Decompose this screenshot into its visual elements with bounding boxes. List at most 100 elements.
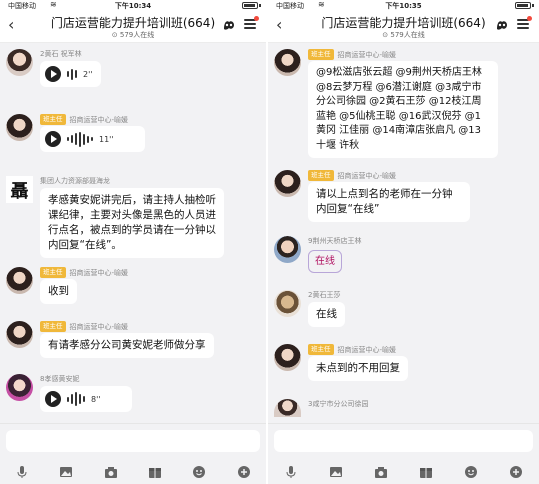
sender-text: 集团人力资源部聂海龙 bbox=[40, 177, 110, 185]
status-bar: 中国移动 ≋ 下午10:34 bbox=[0, 0, 266, 11]
play-icon[interactable] bbox=[45, 391, 61, 407]
sender-text: 2黄石王莎 bbox=[308, 291, 341, 299]
avatar[interactable] bbox=[274, 290, 301, 317]
emoji-icon[interactable] bbox=[464, 465, 478, 479]
status-bar: 中国移动 ≋ 下午10:35 bbox=[268, 0, 539, 11]
avatar[interactable] bbox=[6, 321, 33, 348]
left-phone-screen: 中国移动 ≋ 下午10:34 ‹ 门店运营能力提升培训班(664) ⊙ 579人… bbox=[0, 0, 266, 484]
message-input[interactable] bbox=[274, 430, 533, 452]
emoji-icon[interactable] bbox=[192, 465, 206, 479]
sender-text: 招商运营中心-喻媛 bbox=[69, 268, 129, 277]
text-message[interactable]: 有请孝感分公司黄安妮老师做分享 bbox=[40, 333, 214, 358]
avatar[interactable]: 聶 bbox=[6, 176, 33, 203]
sender-text: 招商运营中心-喻媛 bbox=[337, 50, 397, 59]
role-badge: 班主任 bbox=[308, 344, 334, 355]
image-icon[interactable] bbox=[59, 465, 73, 479]
sender-name: 班主任 招商运营中心-喻媛 bbox=[40, 321, 128, 332]
plus-icon[interactable] bbox=[509, 465, 523, 479]
role-badge: 班主任 bbox=[40, 267, 66, 278]
avatar[interactable] bbox=[274, 49, 301, 76]
play-icon[interactable] bbox=[45, 66, 61, 82]
chat-header: ‹ 门店运营能力提升培训班(664) ⊙ 579人在线 bbox=[0, 11, 266, 43]
avatar[interactable] bbox=[274, 399, 301, 417]
text-message[interactable]: @9松滋店张云超 @9荆州天桥店王林 @8云梦万程 @6潜江谢庭 @3咸宁市分公… bbox=[308, 61, 498, 158]
avatar[interactable] bbox=[6, 267, 33, 294]
text-message[interactable]: 未点到的不用回复 bbox=[308, 356, 408, 381]
voice-duration: 11'' bbox=[99, 134, 114, 144]
voice-duration: 2'' bbox=[83, 69, 93, 79]
sender-name: 班主任 招商运营中心-喻媛 bbox=[308, 170, 396, 181]
battery-cap bbox=[259, 4, 261, 7]
avatar[interactable] bbox=[6, 114, 33, 141]
input-bar bbox=[0, 423, 266, 484]
notification-dot bbox=[254, 16, 259, 21]
waveform-icon bbox=[67, 66, 77, 82]
role-badge: 班主任 bbox=[308, 49, 334, 60]
sender-name: 班主任 招商运营中心-喻媛 bbox=[308, 344, 396, 355]
image-icon[interactable] bbox=[329, 465, 343, 479]
app-logo-icon[interactable] bbox=[222, 18, 236, 32]
camera-icon[interactable] bbox=[374, 465, 388, 479]
role-badge: 班主任 bbox=[308, 170, 334, 181]
text-message[interactable]: 在线 bbox=[308, 302, 345, 327]
sender-text: 招商运营中心-喻媛 bbox=[69, 115, 129, 124]
sender-text: 招商运营中心-喻媛 bbox=[337, 345, 397, 354]
chat-header: ‹ 门店运营能力提升培训班(664) ⊙ 579人在线 bbox=[268, 11, 539, 43]
gift-icon[interactable] bbox=[148, 465, 162, 479]
sender-text: 3咸宁市分公司徐园 bbox=[308, 400, 369, 408]
input-bar bbox=[268, 423, 539, 484]
battery-icon bbox=[242, 2, 258, 9]
microphone-icon[interactable] bbox=[15, 465, 29, 479]
battery-icon bbox=[515, 2, 531, 9]
camera-icon[interactable] bbox=[104, 465, 118, 479]
hamburger-menu-icon[interactable] bbox=[517, 19, 529, 30]
sender-name: 3咸宁市分公司徐园 bbox=[308, 399, 368, 409]
avatar[interactable] bbox=[274, 236, 301, 263]
text-message[interactable]: 在线 bbox=[308, 250, 342, 273]
microphone-icon[interactable] bbox=[284, 465, 298, 479]
sender-text: 8孝感黄安妮 bbox=[40, 375, 80, 383]
text-message[interactable]: 收到 bbox=[40, 279, 77, 304]
avatar[interactable] bbox=[6, 374, 33, 401]
message-list[interactable]: 2黄石 祝军林 2'' 班主任 招商运营中心-喻媛 11'' 聶 集团人力资源部聂… bbox=[0, 43, 266, 423]
gift-icon[interactable] bbox=[419, 465, 433, 479]
sender-text: 招商运营中心-喻媛 bbox=[69, 322, 129, 331]
text-message[interactable]: 孝感黄安妮讲完后，请主持人抽检听课纪律，主要对头像是黑色的人员进行点名，被点到的… bbox=[40, 188, 224, 258]
online-count-text: 579人在线 bbox=[390, 31, 425, 39]
waveform-icon bbox=[67, 131, 93, 147]
avatar[interactable] bbox=[274, 344, 301, 371]
play-icon[interactable] bbox=[45, 131, 61, 147]
status-time: 下午10:35 bbox=[385, 2, 422, 10]
voice-message[interactable]: 2'' bbox=[40, 61, 101, 87]
message-input[interactable] bbox=[6, 430, 260, 452]
online-count-text: 579人在线 bbox=[119, 31, 155, 39]
right-phone-screen: 中国移动 ≋ 下午10:35 ‹ 门店运营能力提升培训班(664) ⊙ 579人… bbox=[268, 0, 539, 484]
voice-message[interactable]: 8'' bbox=[40, 386, 132, 412]
app-logo-icon[interactable] bbox=[495, 18, 509, 32]
hamburger-menu-icon[interactable] bbox=[244, 19, 256, 30]
plus-icon[interactable] bbox=[237, 465, 251, 479]
voice-duration: 8'' bbox=[91, 394, 101, 404]
sender-name: 集团人力资源部聂海龙 bbox=[40, 176, 110, 186]
notification-dot bbox=[527, 16, 532, 21]
sender-name: 8孝感黄安妮 bbox=[40, 374, 79, 384]
status-time: 下午10:34 bbox=[114, 2, 152, 10]
sender-text: 2黄石 祝军林 bbox=[40, 50, 82, 58]
sender-name: 班主任 招商运营中心-喻媛 bbox=[40, 114, 128, 125]
waveform-icon bbox=[67, 391, 85, 407]
role-badge: 班主任 bbox=[40, 321, 66, 332]
sender-name: 班主任 招商运营中心-喻媛 bbox=[308, 49, 396, 60]
sender-text: 9荆州天桥店王林 bbox=[308, 237, 362, 245]
voice-message[interactable]: 11'' bbox=[40, 126, 145, 152]
message-list[interactable]: 班主任 招商运营中心-喻媛 @9松滋店张云超 @9荆州天桥店王林 @8云梦万程 @… bbox=[268, 43, 539, 423]
avatar[interactable] bbox=[274, 170, 301, 197]
avatar[interactable] bbox=[6, 49, 33, 76]
text-message[interactable]: 请以上点到名的老师在一分钟内回复“在线” bbox=[308, 182, 470, 222]
battery-cap bbox=[532, 4, 534, 7]
input-toolbar bbox=[0, 464, 266, 480]
sender-name: 9荆州天桥店王林 bbox=[308, 236, 361, 246]
input-toolbar bbox=[268, 464, 539, 480]
sender-name: 2黄石 祝军林 bbox=[40, 49, 82, 59]
role-badge: 班主任 bbox=[40, 114, 66, 125]
sender-text: 招商运营中心-喻媛 bbox=[337, 171, 397, 180]
